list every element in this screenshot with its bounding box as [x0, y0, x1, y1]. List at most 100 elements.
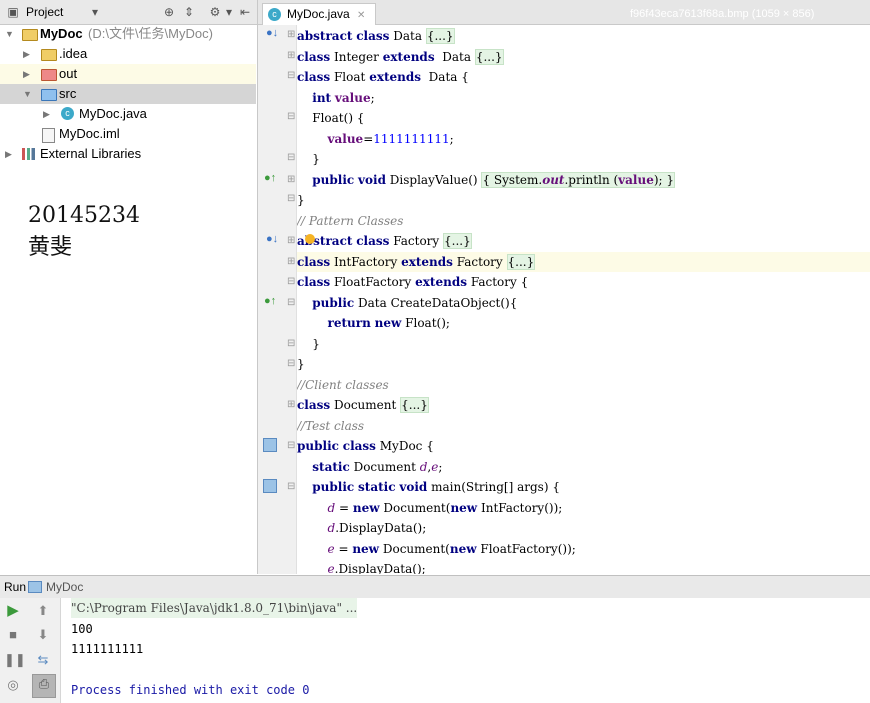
code-editor[interactable]: abstract class Data {...} class Integer … — [297, 25, 870, 574]
image-title-shadow: f96f43eca7613f68a.bmp (1059 × 856) — [630, 8, 815, 20]
folder-icon — [41, 49, 57, 61]
fold-plus-icon[interactable]: ⊞ — [287, 235, 295, 246]
fold-plus-icon[interactable]: ⊞ — [287, 29, 295, 40]
override-icon[interactable]: ●↑ — [264, 295, 276, 307]
code-line: //Test class — [297, 419, 365, 433]
chevron-right-icon[interactable]: ▶ — [23, 64, 30, 84]
library-icon — [22, 148, 35, 160]
fold-minus-icon[interactable]: ⊟ — [287, 481, 295, 492]
gear-dropdown-icon[interactable]: ▾ — [222, 5, 236, 19]
intention-bulb-icon[interactable] — [305, 234, 315, 244]
project-panel: ▣ Project ▾ ⊕ ⇕ ⚙ ▾ ⇤ ▼ MyDoc (D:\文件\任务\… — [0, 0, 258, 574]
code-line: abstract class Data {...} — [297, 28, 455, 44]
fold-end-icon[interactable]: ⊟ — [287, 193, 295, 204]
run-tab-label[interactable]: Run — [4, 576, 26, 598]
folded-block[interactable]: {...} — [400, 397, 429, 413]
code-line: e = new Document(new FloatFactory()); — [327, 542, 576, 556]
implemented-icon[interactable]: ●↓ — [266, 233, 278, 245]
dropdown-arrow-icon[interactable]: ▾ — [88, 5, 102, 19]
tree-item-mydoc[interactable]: ▼ MyDoc (D:\文件\任务\MyDoc) — [0, 24, 256, 44]
dump-threads-icon[interactable]: ◎ — [4, 676, 22, 694]
code-line: public Data CreateDataObject(){ — [312, 296, 518, 310]
stop-icon[interactable]: ■ — [4, 626, 22, 644]
code-line-current: class IntFactory extends Factory {...} — [297, 252, 870, 272]
console-output-line: 1111111111 — [71, 642, 144, 656]
code-line: Float() { — [312, 111, 365, 125]
tree-item-src[interactable]: ▼ src — [0, 84, 256, 104]
tree-item-mydoc-iml[interactable]: MyDoc.iml — [0, 124, 256, 144]
folded-block[interactable]: { System.out.println (value); } — [481, 172, 676, 188]
excluded-folder-icon — [41, 69, 57, 81]
code-line: public class MyDoc { — [297, 439, 434, 453]
tree-item-out[interactable]: ▶ out — [0, 64, 256, 84]
source-folder-icon — [41, 89, 57, 101]
fold-minus-icon[interactable]: ⊟ — [287, 111, 295, 122]
rerun-icon[interactable]: ▶ — [4, 602, 22, 620]
code-line: } — [297, 193, 305, 207]
project-view-selector[interactable]: Project — [26, 5, 63, 19]
run-config-name[interactable]: MyDoc — [46, 576, 83, 598]
fold-plus-icon[interactable]: ⊞ — [287, 174, 295, 185]
console-output-line: 100 — [71, 622, 93, 636]
code-line: class Float extends Data { — [297, 70, 469, 84]
run-main-icon[interactable] — [263, 479, 277, 493]
code-line: d.DisplayData(); — [327, 521, 427, 535]
code-line: e.DisplayData(); — [327, 562, 426, 574]
project-view-icon[interactable]: ▣ — [6, 5, 20, 19]
fold-minus-icon[interactable]: ⊟ — [287, 440, 295, 451]
folded-block[interactable]: {...} — [474, 49, 504, 65]
student-id: 20145234 — [28, 203, 140, 228]
chevron-right-icon[interactable]: ▶ — [5, 144, 12, 164]
override-icon[interactable]: ●↑ — [264, 172, 276, 184]
fold-minus-icon[interactable]: ⊟ — [287, 297, 295, 308]
print-icon[interactable]: ⎙ — [32, 674, 56, 698]
code-line: return new Float(); — [327, 316, 450, 330]
tree-item-external-libraries[interactable]: ▶ External Libraries — [0, 144, 256, 164]
code-line: // Pattern Classes — [297, 214, 404, 228]
scroll-up-icon[interactable]: ⬆ — [34, 602, 52, 620]
fold-end-icon[interactable]: ⊟ — [287, 152, 295, 163]
soft-wrap-icon[interactable]: ⇆ — [34, 651, 52, 669]
implemented-icon[interactable]: ●↓ — [266, 27, 278, 39]
java-class-icon: c — [268, 8, 281, 21]
fold-plus-icon[interactable]: ⊞ — [287, 399, 295, 410]
locate-icon[interactable]: ⊕ — [162, 5, 176, 19]
gear-icon[interactable]: ⚙ — [208, 5, 222, 19]
scroll-down-icon[interactable]: ⬇ — [34, 626, 52, 644]
folded-block[interactable]: {...} — [443, 233, 472, 249]
fold-minus-icon[interactable]: ⊟ — [287, 70, 295, 81]
chevron-right-icon[interactable]: ▶ — [43, 104, 50, 124]
pause-icon[interactable]: ❚❚ — [4, 651, 26, 669]
folded-block[interactable]: {...} — [506, 254, 536, 270]
code-line: } — [297, 357, 305, 371]
chevron-down-icon[interactable]: ▼ — [23, 84, 32, 104]
folded-block[interactable]: {...} — [425, 28, 455, 44]
code-line: class Document {...} — [297, 397, 429, 413]
fold-plus-icon[interactable]: ⊞ — [287, 256, 295, 267]
chevron-right-icon[interactable]: ▶ — [23, 44, 30, 64]
module-folder-icon — [22, 29, 38, 41]
collapse-all-icon[interactable]: ⇕ — [182, 5, 196, 19]
tree-item-mydoc-java[interactable]: ▶ c MyDoc.java — [0, 104, 256, 124]
fold-end-icon[interactable]: ⊟ — [287, 358, 295, 369]
code-line: public static void main(String[] args) { — [312, 480, 560, 494]
code-line: abstract class Factory {...} — [297, 233, 472, 249]
hide-panel-icon[interactable]: ⇤ — [238, 5, 252, 19]
fold-minus-icon[interactable]: ⊟ — [287, 276, 295, 287]
editor-tab-bar: c MyDoc.java ✕ f96f43eca7613f68a.bmp (10… — [258, 0, 870, 25]
console-command-line: "C:\Program Files\Java\jdk1.8.0_71\bin\j… — [71, 598, 358, 618]
tree-item-idea[interactable]: ▶ .idea — [0, 44, 256, 64]
code-line: class Integer extends Data {...} — [297, 49, 504, 65]
console-exit-line: Process finished with exit code 0 — [71, 683, 310, 697]
tab-mydoc-java[interactable]: c MyDoc.java ✕ — [262, 3, 377, 25]
code-line: static Document d,e; — [312, 460, 443, 474]
close-icon[interactable]: ✕ — [357, 10, 365, 21]
run-toolbar: ▶ ⬆ ■ ⬇ ❚❚ ⇆ ◎ ⎙ — [0, 598, 61, 703]
run-console[interactable]: "C:\Program Files\Java\jdk1.8.0_71\bin\j… — [61, 598, 870, 703]
student-note: 20145234 黄斐 — [28, 200, 140, 264]
chevron-down-icon[interactable]: ▼ — [5, 24, 14, 44]
tab-label: MyDoc.java — [287, 7, 350, 21]
run-class-icon[interactable] — [263, 438, 277, 452]
fold-plus-icon[interactable]: ⊞ — [287, 50, 295, 61]
fold-end-icon[interactable]: ⊟ — [287, 338, 295, 349]
